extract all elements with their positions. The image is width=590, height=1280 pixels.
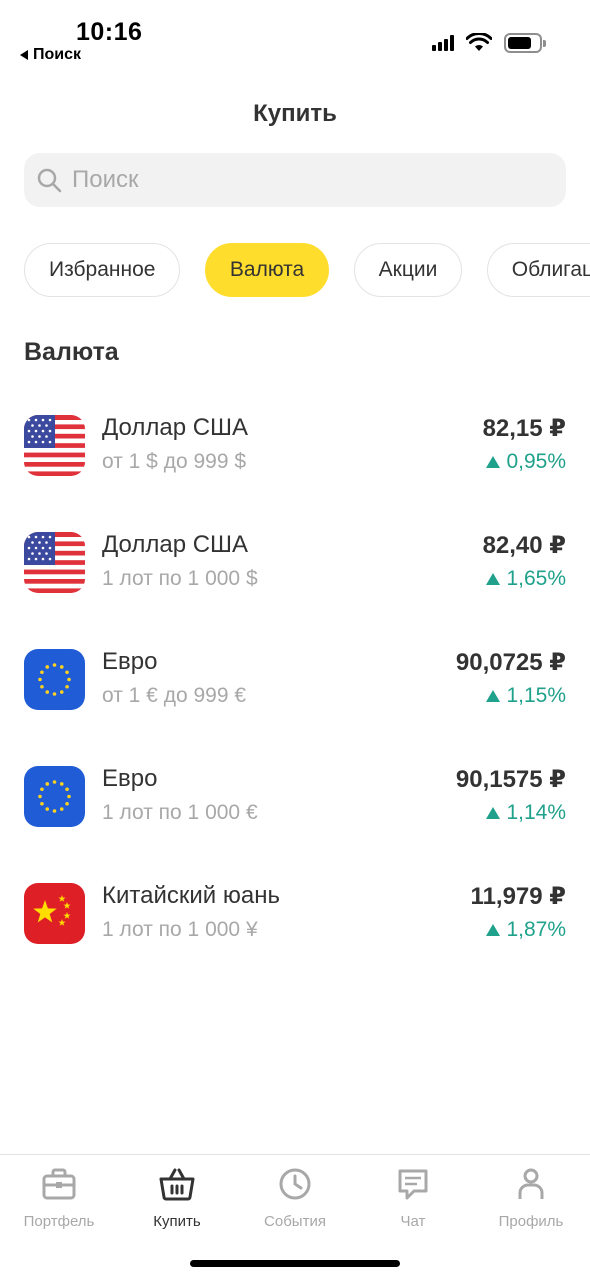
item-change-value: 1,65% bbox=[506, 567, 566, 590]
up-arrow-icon bbox=[486, 807, 501, 819]
search-icon bbox=[37, 168, 62, 193]
profile-icon bbox=[518, 1168, 544, 1199]
page-title: Купить bbox=[253, 100, 337, 127]
chip-stocks[interactable]: Акции bbox=[353, 243, 463, 297]
item-price: 90,0725 ₽ bbox=[455, 649, 566, 676]
item-change: 1,14% bbox=[486, 801, 566, 825]
item-name: Евро bbox=[102, 648, 158, 675]
up-arrow-icon bbox=[486, 924, 501, 936]
item-price: 82,15 ₽ bbox=[482, 415, 566, 442]
up-arrow-icon bbox=[486, 573, 501, 585]
item-subtitle: 1 лот по 1 000 € bbox=[102, 801, 258, 824]
tab-chat[interactable]: Чат bbox=[354, 1165, 472, 1230]
item-name: Доллар США bbox=[102, 414, 249, 441]
chat-icon bbox=[398, 1169, 428, 1200]
up-arrow-icon bbox=[486, 456, 501, 468]
item-name: Доллар США bbox=[102, 531, 249, 558]
item-change: 1,15% bbox=[486, 684, 566, 708]
item-name: Евро bbox=[102, 765, 158, 792]
item-price: 11,979 ₽ bbox=[470, 883, 566, 910]
briefcase-icon bbox=[42, 1168, 76, 1200]
tab-label: Профиль bbox=[498, 1213, 564, 1230]
list-item[interactable]: Доллар США 1 лот по 1 000 $ 82,40 ₽ 1,65… bbox=[0, 503, 590, 620]
basket-icon bbox=[159, 1168, 195, 1201]
chip-bonds[interactable]: Облигации bbox=[486, 243, 590, 297]
tab-portfolio[interactable]: Портфель bbox=[0, 1165, 118, 1230]
chip-favorites[interactable]: Избранное bbox=[24, 243, 181, 297]
list-item[interactable]: Доллар США от 1 $ до 999 $ 82,15 ₽ 0,95% bbox=[0, 386, 590, 503]
tab-label: Купить bbox=[153, 1213, 201, 1230]
item-change-value: 0,95% bbox=[506, 450, 566, 473]
item-subtitle: от 1 € до 999 € bbox=[102, 684, 247, 707]
tab-buy[interactable]: Купить bbox=[118, 1165, 236, 1230]
search-bar[interactable] bbox=[24, 153, 566, 207]
wifi-icon bbox=[466, 33, 492, 51]
currency-list: Доллар США от 1 $ до 999 $ 82,15 ₽ 0,95% bbox=[0, 386, 590, 971]
item-change: 1,65% bbox=[486, 567, 566, 591]
battery-icon bbox=[504, 33, 546, 53]
home-indicator bbox=[190, 1260, 400, 1267]
chip-currency[interactable]: Валюта bbox=[204, 243, 330, 297]
search-input[interactable] bbox=[72, 166, 532, 194]
back-link-label: Поиск bbox=[33, 46, 82, 63]
item-subtitle: 1 лот по 1 000 $ bbox=[102, 567, 258, 590]
list-item[interactable]: Евро от 1 € до 999 € 90,0725 ₽ 1,15% bbox=[0, 620, 590, 737]
category-chips: Избранное Валюта Акции Облигации bbox=[24, 243, 590, 297]
status-time: 10:16 bbox=[76, 18, 143, 46]
item-change-value: 1,15% bbox=[506, 684, 566, 707]
up-arrow-icon bbox=[486, 690, 501, 702]
item-change: 1,87% bbox=[486, 918, 566, 942]
tab-label: Портфель bbox=[23, 1213, 95, 1230]
item-price: 82,40 ₽ bbox=[482, 532, 566, 559]
back-to-search-link[interactable]: Поиск bbox=[20, 46, 81, 64]
item-price: 90,1575 ₽ bbox=[455, 766, 566, 793]
status-icons bbox=[432, 33, 546, 53]
item-name: Китайский юань bbox=[102, 882, 280, 909]
tab-label: Чат bbox=[400, 1213, 426, 1230]
tab-label: События bbox=[264, 1213, 326, 1230]
tab-profile[interactable]: Профиль bbox=[472, 1165, 590, 1230]
item-change-value: 1,14% bbox=[506, 801, 566, 824]
cellular-signal-icon bbox=[432, 35, 454, 51]
clock-icon bbox=[279, 1168, 311, 1200]
back-arrow-icon bbox=[20, 50, 28, 60]
china-flag-icon bbox=[24, 883, 85, 944]
eu-flag-icon bbox=[24, 649, 85, 710]
item-change-value: 1,87% bbox=[506, 918, 566, 941]
eu-flag-icon bbox=[24, 766, 85, 827]
us-flag-icon bbox=[24, 532, 85, 593]
status-bar: 10:16 Поиск bbox=[0, 0, 590, 70]
item-subtitle: 1 лот по 1 000 ¥ bbox=[102, 918, 258, 941]
item-change: 0,95% bbox=[486, 450, 566, 474]
us-flag-icon bbox=[24, 415, 85, 476]
list-item[interactable]: Китайский юань 1 лот по 1 000 ¥ 11,979 ₽… bbox=[0, 854, 590, 971]
item-subtitle: от 1 $ до 999 $ bbox=[102, 450, 247, 473]
section-title: Валюта bbox=[24, 338, 119, 366]
list-item[interactable]: Евро 1 лот по 1 000 € 90,1575 ₽ 1,14% bbox=[0, 737, 590, 854]
tab-events[interactable]: События bbox=[236, 1165, 354, 1230]
